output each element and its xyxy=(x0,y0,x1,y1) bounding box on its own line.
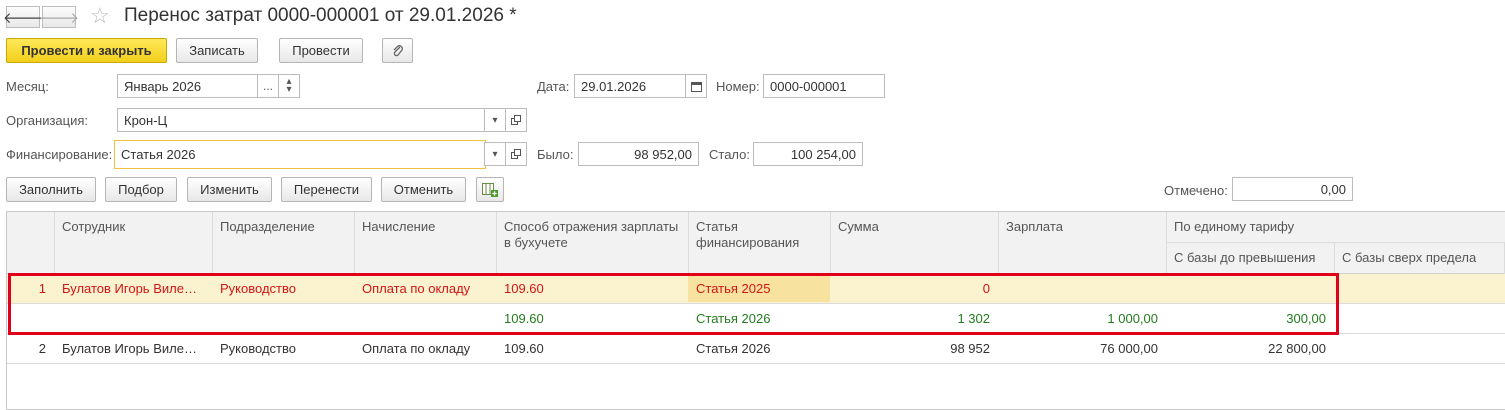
row-number: 2 xyxy=(38,341,46,356)
became-label: Стало: xyxy=(709,147,750,162)
cell-accrual[interactable]: Оплата по окладу xyxy=(354,334,496,363)
col-tariff-base[interactable]: С базы до превышения xyxy=(1166,243,1323,273)
col-article-line1: Статья xyxy=(696,219,738,234)
number-label: Номер: xyxy=(716,79,760,94)
col-salary[interactable]: Зарплата xyxy=(998,212,1071,242)
date-label: Дата: xyxy=(537,79,570,94)
open-link-icon xyxy=(511,149,521,159)
organization-label: Организация: xyxy=(6,113,89,128)
col-article[interactable]: Статья финансирования xyxy=(688,212,807,258)
col-reflection[interactable]: Способ отражения зарплаты в бухучете xyxy=(496,212,686,258)
marked-value: 0,00 xyxy=(1232,177,1353,201)
change-button[interactable]: Изменить xyxy=(187,177,272,202)
month-label: Месяц: xyxy=(6,79,49,94)
post-button[interactable]: Провести xyxy=(279,38,363,63)
col-tariff-group[interactable]: По единому тарифу xyxy=(1166,212,1302,242)
arrow-left-icon: 🡐 xyxy=(2,9,44,27)
col-article-line2: финансирования xyxy=(696,235,800,250)
marked-label: Отмечено: xyxy=(1164,183,1228,198)
number-input[interactable]: 0000-000001 xyxy=(763,74,885,98)
financing-dropdown-button[interactable]: ▾ xyxy=(484,142,506,166)
fill-button[interactable]: Заполнить xyxy=(6,177,96,202)
month-input[interactable]: Январь 2026 xyxy=(117,74,258,98)
col-reflection-line2: в бухучете xyxy=(504,235,568,250)
date-input[interactable]: 29.01.2026 xyxy=(574,74,686,98)
financing-input[interactable]: Статья 2026 xyxy=(114,140,486,169)
col-employee[interactable]: Сотрудник xyxy=(54,212,133,242)
organization-input[interactable]: Крон-Ц xyxy=(117,108,485,132)
arrow-right-icon: 🡒 xyxy=(38,9,80,27)
post-and-close-button[interactable]: Провести и закрыть xyxy=(6,38,167,63)
organization-open-button[interactable] xyxy=(505,108,527,132)
month-select-button[interactable]: ... xyxy=(257,74,279,98)
cell-salary[interactable]: 76 000,00 xyxy=(998,334,1166,363)
month-stepper[interactable]: ▴ ▾ xyxy=(278,74,300,98)
highlight-annotation-frame xyxy=(8,273,1339,335)
became-value: 100 254,00 xyxy=(753,142,863,166)
cancel-button[interactable]: Отменить xyxy=(381,177,466,202)
financing-open-button[interactable] xyxy=(505,142,527,166)
window-title: Перенос затрат 0000-000001 от 29.01.2026… xyxy=(124,5,517,26)
col-sum[interactable]: Сумма xyxy=(830,212,887,242)
was-label: Было: xyxy=(537,147,574,162)
cell-department[interactable]: Руководство xyxy=(212,334,354,363)
col-department[interactable]: Подразделение xyxy=(212,212,323,242)
table-add-icon xyxy=(482,182,498,197)
add-column-button[interactable] xyxy=(476,177,504,202)
cell-reflection[interactable]: 109.60 xyxy=(496,334,688,363)
back-button[interactable]: 🡐 xyxy=(2,6,44,28)
financing-label: Финансирование: xyxy=(6,147,113,162)
organization-dropdown-button[interactable]: ▾ xyxy=(484,108,506,132)
cell-article[interactable]: Статья 2026 xyxy=(688,334,830,363)
cell-tariff-base[interactable]: 22 800,00 xyxy=(1166,334,1334,363)
attachment-button[interactable] xyxy=(382,38,413,63)
col-tariff-over[interactable]: С базы сверх предела xyxy=(1334,243,1484,273)
transfer-button[interactable]: Перенести xyxy=(281,177,372,202)
open-link-icon xyxy=(511,115,521,125)
cell-employee[interactable]: Булатов Игорь Виле… xyxy=(54,334,212,363)
save-button[interactable]: Записать xyxy=(176,38,258,63)
forward-button[interactable]: 🡒 xyxy=(38,6,80,28)
stepper-down-icon: ▾ xyxy=(286,84,292,95)
calendar-icon xyxy=(690,81,702,92)
col-reflection-line1: Способ отражения зарплаты xyxy=(504,219,679,234)
favorite-star-icon[interactable]: ☆ xyxy=(90,3,110,29)
paperclip-icon xyxy=(393,44,403,56)
select-button[interactable]: Подбор xyxy=(105,177,177,202)
was-value: 98 952,00 xyxy=(578,142,699,166)
cell-sum[interactable]: 98 952 xyxy=(830,334,998,363)
calendar-button[interactable] xyxy=(685,74,707,98)
col-accrual[interactable]: Начисление xyxy=(354,212,443,242)
